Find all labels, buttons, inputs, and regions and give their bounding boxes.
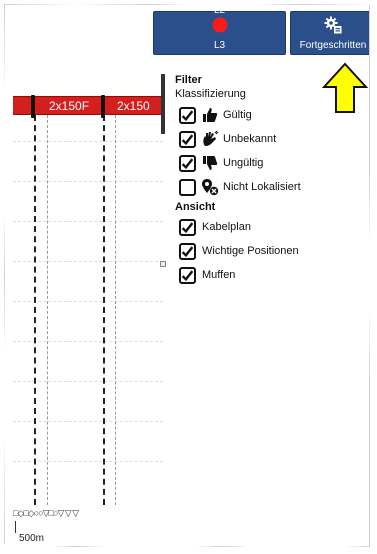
- phase-l2-button[interactable]: L2: [212, 5, 228, 16]
- marker-square-icon: [160, 261, 166, 267]
- view-important-positions-row[interactable]: Wichtige Positionen: [179, 239, 365, 263]
- checkmark-icon: [181, 157, 194, 169]
- sleeve-line: [34, 115, 36, 505]
- position-line: [115, 115, 116, 505]
- cable-map-panel[interactable]: 2x150F 2x150 □◇□◇○○▽□○▽ ▽ ▽ 500m: [5, 71, 171, 546]
- view-title: Ansicht: [175, 201, 216, 213]
- panel-splitter[interactable]: [161, 74, 165, 134]
- thumbs-up-icon: [200, 106, 220, 124]
- filter-invalid-row[interactable]: Ungültig: [179, 151, 365, 175]
- checkmark-icon: [181, 245, 194, 257]
- position-markers: □◇□◇○○▽□○▽ ▽ ▽: [13, 508, 79, 518]
- valid-checkbox[interactable]: [179, 106, 196, 124]
- position-line: [47, 115, 48, 505]
- phase-l3-label: L3: [213, 40, 226, 51]
- unknown-checkbox[interactable]: [179, 130, 196, 148]
- gear-filter-icon: [324, 16, 342, 34]
- sleeve-line: [103, 115, 105, 505]
- checkmark-icon: [181, 221, 194, 233]
- unknown-label: Unbekannt: [223, 133, 277, 145]
- thumbs-down-icon: [200, 154, 220, 172]
- waving-hand-icon: [200, 130, 220, 148]
- cable-segment-bar[interactable]: 2x150F 2x150: [13, 95, 163, 118]
- sleeves-checkbox[interactable]: [179, 266, 196, 284]
- phase-l2-label: L2: [213, 5, 226, 16]
- screenshot-frame: L1 L2 L3: [4, 4, 370, 547]
- view-sleeves-row[interactable]: Muffen: [179, 263, 365, 287]
- filter-not-localized-row[interactable]: Nicht Lokalisiert: [179, 175, 365, 199]
- top-toolbar: L1 L2 L3: [153, 5, 369, 55]
- phase-selector: L1 L2 L3: [153, 5, 286, 55]
- cable-plan-label: Kabelplan: [202, 221, 251, 233]
- checkmark-icon: [181, 109, 194, 121]
- view-cable-plan-row[interactable]: Kabelplan: [179, 215, 365, 239]
- scale-tick: [15, 521, 16, 533]
- filter-unknown-row[interactable]: Unbekannt: [179, 127, 365, 151]
- invalid-label: Ungültig: [223, 157, 264, 169]
- checkmark-icon: [181, 269, 194, 281]
- invalid-checkbox[interactable]: [179, 154, 196, 172]
- valid-label: Gültig: [223, 109, 252, 121]
- cable-label-2: 2x150: [117, 99, 150, 113]
- scale-label: 500m: [19, 533, 45, 544]
- circle-icon: [212, 16, 228, 34]
- advanced-label: Fortgeschritten: [299, 40, 367, 51]
- cable-plan-checkbox[interactable]: [179, 218, 196, 236]
- cable-label-1: 2x150F: [49, 99, 90, 113]
- important-positions-checkbox[interactable]: [179, 242, 196, 260]
- not-localized-label: Nicht Lokalisiert: [223, 181, 301, 193]
- location-unknown-icon: [200, 178, 220, 196]
- phase-l3-button[interactable]: L3: [212, 16, 228, 51]
- checkmark-icon: [181, 133, 194, 145]
- joint-marker: [31, 95, 35, 118]
- not-localized-checkbox[interactable]: [179, 178, 196, 196]
- joint-marker: [101, 95, 105, 118]
- sleeves-label: Muffen: [202, 269, 236, 281]
- important-positions-label: Wichtige Positionen: [202, 245, 299, 257]
- highlight-arrow-icon: [322, 62, 368, 113]
- advanced-button[interactable]: Fortgeschritten: [290, 11, 369, 55]
